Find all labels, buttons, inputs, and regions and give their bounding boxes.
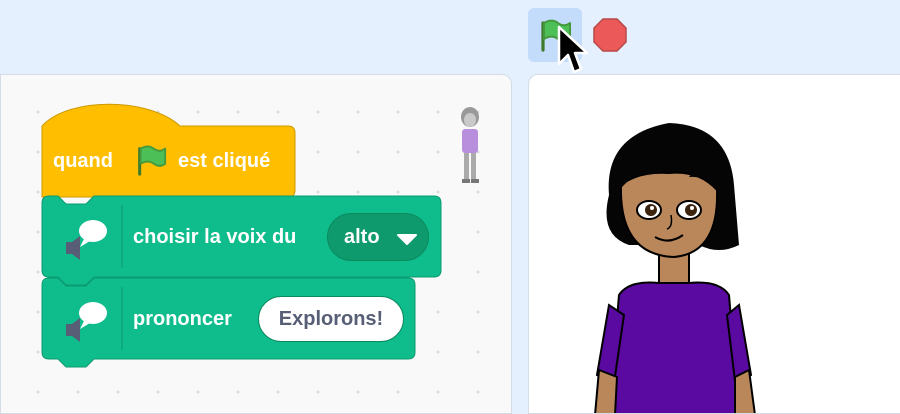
hat-block-text-before: quand	[53, 150, 113, 172]
stage[interactable]	[528, 74, 900, 414]
sprite-thumbnail	[461, 107, 479, 183]
set-voice-label: choisir la voix du	[133, 226, 297, 248]
sprite-character[interactable]	[589, 115, 769, 414]
text-to-speech-icon	[66, 302, 107, 342]
text-to-speech-icon	[66, 220, 107, 260]
voice-dropdown-value: alto	[344, 226, 380, 248]
speak-text-input[interactable]: Explorons!	[258, 296, 404, 342]
speak-label: prononcer	[133, 308, 232, 330]
green-flag-icon	[138, 145, 167, 176]
speak-text-value: Explorons!	[278, 308, 384, 330]
triangle-down-icon	[397, 234, 417, 245]
voice-dropdown[interactable]: alto	[327, 213, 429, 261]
hat-block-text-after: est cliqué	[178, 150, 271, 172]
